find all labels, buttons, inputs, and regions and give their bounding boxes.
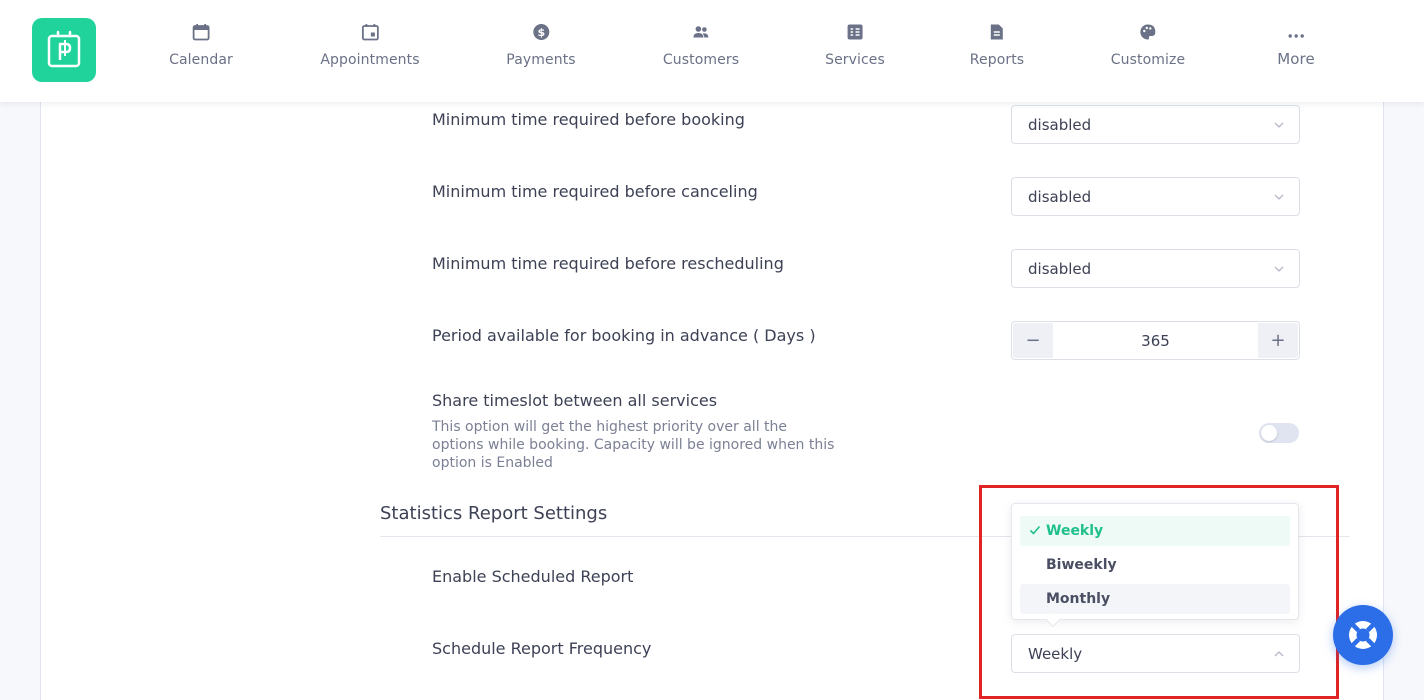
services-icon (845, 22, 865, 42)
chevron-down-icon (1274, 122, 1284, 128)
option-label: Biweekly (1046, 557, 1117, 573)
option-monthly[interactable]: Monthly (1020, 584, 1290, 614)
min-cancel-select[interactable]: disabled (1011, 177, 1300, 216)
min-booking-select[interactable]: disabled (1011, 105, 1300, 144)
nav-reports[interactable]: Reports (970, 22, 1024, 82)
nav-label: Customize (1110, 52, 1186, 68)
nav-more[interactable]: More (1277, 22, 1315, 82)
app-logo[interactable] (32, 18, 96, 82)
frequency-select[interactable]: Weekly (1011, 634, 1300, 673)
min-booking-label: Minimum time required before booking (432, 110, 745, 129)
logo-icon (47, 30, 81, 68)
toggle-knob (1261, 425, 1277, 441)
nav-label: More (1277, 50, 1315, 68)
option-label: Weekly (1046, 523, 1104, 539)
palette-icon (1138, 22, 1158, 42)
select-value: disabled (1028, 259, 1092, 278)
nav-label: Customers (662, 52, 740, 68)
option-weekly[interactable]: Weekly (1020, 516, 1290, 546)
nav-label: Payments (506, 52, 576, 68)
top-nav: Calendar Appointments $ Payments Custome… (0, 0, 1424, 102)
nav-label: Reports (969, 52, 1025, 68)
period-advance-stepper: − 365 + (1011, 321, 1300, 360)
min-reschedule-select[interactable]: disabled (1011, 249, 1300, 288)
decrement-button[interactable]: − (1013, 323, 1053, 358)
nav-label: Services (825, 52, 885, 68)
frequency-dropdown: Weekly Biweekly Monthly (1011, 503, 1299, 628)
frequency-label: Schedule Report Frequency (432, 639, 652, 658)
appointment-icon (360, 22, 380, 42)
select-value: Weekly (1028, 644, 1083, 663)
chevron-down-icon (1274, 194, 1284, 200)
nav-payments[interactable]: $ Payments (506, 22, 576, 82)
period-advance-label: Period available for booking in advance … (432, 326, 816, 345)
share-timeslot-toggle[interactable] (1259, 423, 1299, 443)
nav-calendar[interactable]: Calendar (169, 22, 233, 82)
nav-customize[interactable]: Customize (1111, 22, 1185, 82)
min-cancel-label: Minimum time required before canceling (432, 182, 758, 201)
stepper-value[interactable]: 365 (1056, 322, 1255, 359)
share-timeslot-description: This option will get the highest priorit… (432, 419, 835, 471)
customers-icon (691, 22, 711, 42)
share-timeslot-label: Share timeslot between all services (432, 391, 718, 410)
svg-text:$: $ (537, 26, 545, 39)
nav-customers[interactable]: Customers (663, 22, 739, 82)
nav-label: Calendar (169, 52, 233, 68)
calendar-icon (191, 22, 211, 42)
nav-appointments[interactable]: Appointments (320, 22, 420, 82)
nav-services[interactable]: Services (825, 22, 885, 82)
report-icon (987, 22, 1007, 42)
more-icon (1286, 22, 1306, 42)
section-title: Statistics Report Settings (380, 503, 608, 524)
chevron-down-icon (1274, 266, 1284, 272)
option-label: Monthly (1046, 591, 1111, 607)
help-button[interactable] (1333, 605, 1393, 665)
lifebuoy-icon (1349, 621, 1377, 649)
nav-label: Appointments (320, 52, 420, 68)
enable-report-label: Enable Scheduled Report (432, 567, 634, 586)
min-reschedule-label: Minimum time required before reschedulin… (432, 254, 784, 273)
chevron-up-icon (1274, 651, 1284, 657)
check-icon (1029, 525, 1041, 535)
select-value: disabled (1028, 187, 1092, 206)
increment-button[interactable]: + (1258, 323, 1298, 358)
option-biweekly[interactable]: Biweekly (1020, 550, 1290, 580)
dollar-icon: $ (531, 22, 551, 42)
select-value: disabled (1028, 115, 1092, 134)
